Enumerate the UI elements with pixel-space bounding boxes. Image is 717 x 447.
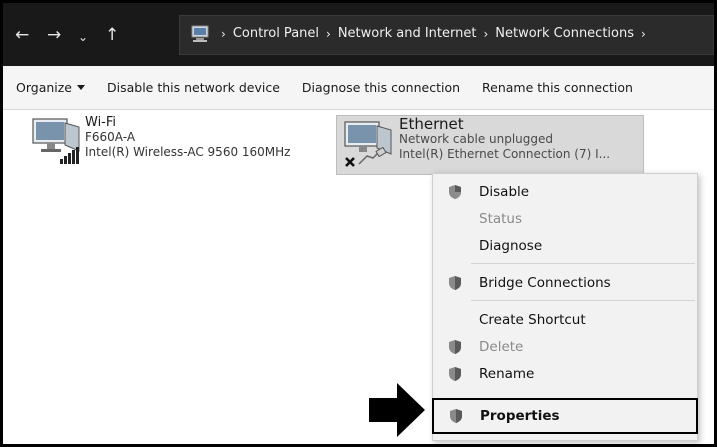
command-bar: Organize Disable this network device Dia… [3,66,714,110]
breadcrumb-network-connections[interactable]: Network Connections [495,26,634,41]
forward-button[interactable]: → [47,25,61,45]
shield-icon [450,409,462,423]
menu-item-rename[interactable]: Rename [433,362,697,386]
diagnose-connection-button[interactable]: Diagnose this connection [291,66,471,109]
connection-name: Ethernet [399,115,464,133]
context-menu: Disable Status Diagnose Bridge Connectio… [432,173,698,441]
up-button[interactable]: ↑ [105,25,119,45]
menu-item-create-shortcut[interactable]: Create Shortcut [433,308,697,332]
wifi-adapter-icon [27,115,85,171]
breadcrumb-separator: › [326,26,331,41]
connection-status: F660A-A [85,130,136,144]
menu-label: Properties [480,408,560,424]
menu-item-properties[interactable]: Properties [432,398,698,434]
rename-connection-button[interactable]: Rename this connection [471,66,644,109]
shield-icon [449,367,461,381]
menu-label: Disable [479,184,530,200]
breadcrumb-separator[interactable]: › [641,27,646,41]
connection-item-ethernet[interactable]: Ethernet Network cable unplugged Intel(R… [336,115,644,175]
recent-locations-chevron-icon[interactable]: ⌄ [78,27,88,47]
disable-device-button[interactable]: Disable this network device [96,66,291,109]
menu-label: Status [479,211,523,227]
menu-label: Rename [479,366,535,382]
menu-item-diagnose[interactable]: Diagnose [433,234,697,258]
shield-icon [449,340,461,354]
breadcrumb-network-and-internet[interactable]: Network and Internet [338,26,477,41]
ethernet-details: Ethernet Network cable unplugged Intel(R… [399,116,610,174]
connection-device: Intel(R) Ethernet Connection (7) I... [399,147,611,161]
shield-icon [449,185,461,199]
explorer-window: ← → ⌄ ↑ › Control Panel › Network and In… [3,3,714,444]
menu-label: Diagnose [479,238,543,254]
address-field[interactable]: › Control Panel › Network and Internet ›… [179,15,714,55]
caret-down-icon [77,85,85,90]
organize-label: Organize [16,80,72,95]
menu-separator [471,300,695,301]
menu-label: Bridge Connections [479,275,611,291]
menu-label: Create Shortcut [479,312,586,328]
connection-status: Network cable unplugged [399,132,554,146]
breadcrumb-control-panel[interactable]: Control Panel [233,26,319,41]
menu-label: Delete [479,339,524,355]
pointer-arrow-icon [369,383,425,437]
breadcrumb-separator: › [221,26,226,41]
ethernet-adapter-icon [341,116,399,172]
back-button[interactable]: ← [15,25,29,45]
menu-item-delete[interactable]: Delete [433,335,697,359]
connection-item-wifi[interactable]: Wi-Fi F660A-A Intel(R) Wireless-AC 9560 … [27,115,290,171]
control-panel-icon [191,25,209,42]
wifi-details: Wi-Fi F660A-A Intel(R) Wireless-AC 9560 … [85,115,290,171]
organize-button[interactable]: Organize [3,66,96,109]
connection-device: Intel(R) Wireless-AC 9560 160MHz [85,145,291,159]
breadcrumb: › Control Panel › Network and Internet ›… [214,26,653,41]
menu-item-status[interactable]: Status [433,207,697,231]
shield-icon [449,276,461,290]
menu-item-bridge-connections[interactable]: Bridge Connections [433,271,697,295]
connection-name: Wi-Fi [85,115,117,130]
menu-separator [471,263,695,264]
address-bar: ← → ⌄ ↑ › Control Panel › Network and In… [3,3,714,66]
menu-item-disable[interactable]: Disable [433,180,697,204]
breadcrumb-separator: › [483,26,489,41]
